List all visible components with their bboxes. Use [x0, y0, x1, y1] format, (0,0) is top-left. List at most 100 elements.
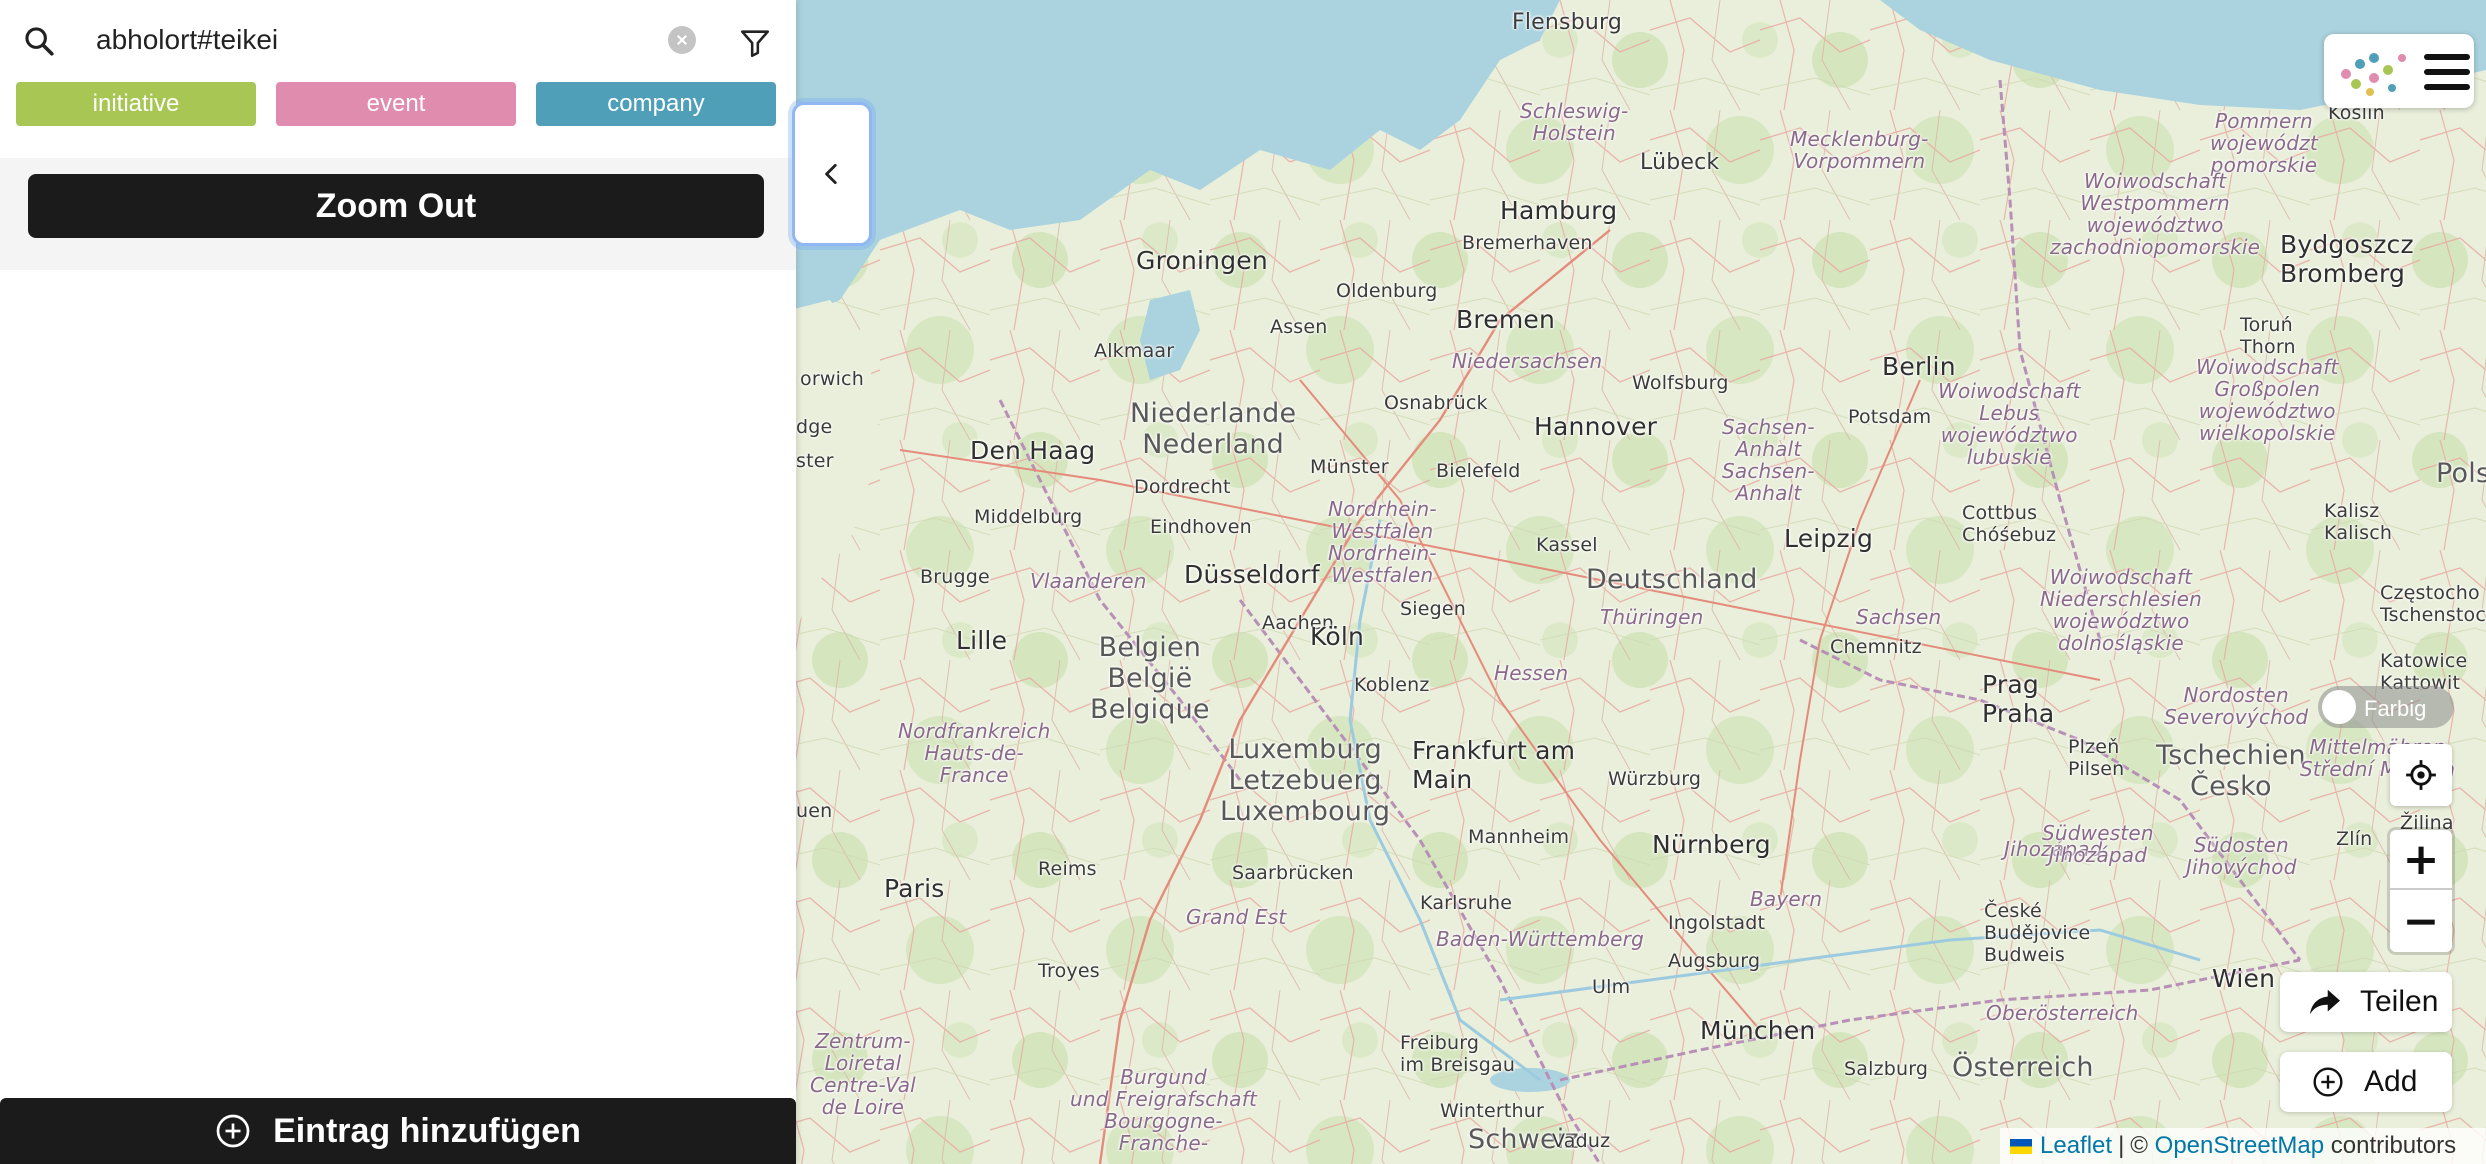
map-label: Siegen	[1400, 598, 1467, 620]
map-label: Wien	[2212, 964, 2276, 993]
add-button[interactable]: Add	[2280, 1052, 2452, 1112]
map-label: Eindhoven	[1150, 516, 1252, 538]
map-label: Niederlande Nederland	[1130, 398, 1297, 460]
map-label: Woiwodschaft Niederschlesien województwo…	[2040, 565, 2202, 655]
map-label: Toruń Thorn	[2240, 314, 2296, 358]
map-label: Bydgoszcz Bromberg	[2280, 230, 2414, 288]
map-label: uen	[796, 800, 833, 822]
type-filter-tags: initiative event company	[16, 82, 776, 126]
zoom-in-button[interactable]: +	[2390, 830, 2452, 890]
zoom-control: + −	[2390, 830, 2452, 952]
map-label: Mecklenburg- Vorpommern	[1790, 127, 1929, 173]
map-label: Middelburg	[974, 506, 1083, 528]
map-label: Saarbrücken	[1232, 862, 1354, 884]
map-label: Potsdam	[1848, 406, 1932, 428]
map-label: Den Haag	[970, 436, 1096, 465]
map-label: Tschechien Česko	[2156, 740, 2306, 802]
copyright-symbol: ©	[2130, 1132, 2148, 1159]
map-label: Woiwodschaft Westpommern województwo zac…	[2050, 169, 2261, 259]
plus-circle-icon	[2313, 1067, 2343, 1097]
map-attribution: Leaflet | © OpenStreetMap contributors	[2000, 1128, 2486, 1164]
search-input[interactable]	[96, 20, 656, 60]
clear-search-icon[interactable]	[668, 26, 696, 54]
search-icon	[25, 27, 54, 56]
map-label: Mannheim	[1468, 826, 1570, 848]
map-label: Frankfurt am Main	[1412, 736, 1576, 794]
map-label: Baden-Württemberg	[1436, 927, 1644, 951]
map-label: Augsburg	[1668, 950, 1761, 972]
map-label: Woiwodschaft Großpolen województwo wielk…	[2196, 355, 2339, 445]
map-label: Nordrhein- Westfalen Nordrhein- Westfale…	[1328, 497, 1437, 587]
map-label: Südosten Jihovýchod	[2186, 833, 2297, 879]
map-label: Kassel	[1536, 534, 1598, 556]
tag-initiative[interactable]: initiative	[16, 82, 256, 126]
osm-link[interactable]: OpenStreetMap	[2155, 1132, 2324, 1160]
map-label: Südwesten Jihozápad	[2042, 821, 2154, 867]
add-label: Add	[2364, 1065, 2418, 1098]
map-label: Hamburg	[1500, 196, 1618, 225]
tag-company[interactable]: company	[536, 82, 776, 126]
map-label: Reims	[1038, 858, 1097, 880]
logo-icon	[2341, 53, 2406, 96]
map-label: Woiwodschaft Lebus województwo lubuskie	[1938, 379, 2081, 469]
map-label: Kalisz Kalisch	[2324, 500, 2393, 544]
map-label: Grand Est	[1186, 905, 1287, 929]
map-label: Bielefeld	[1436, 460, 1521, 482]
map-label: Koblenz	[1354, 674, 1430, 696]
map-label: Groningen	[1136, 246, 1268, 275]
map-label: Köln	[1310, 622, 1365, 651]
add-entry-label: Eintrag hinzufügen	[273, 1111, 581, 1150]
map-label: Nordosten Severovýchod	[2164, 683, 2309, 729]
map-label: ster	[796, 450, 834, 472]
plus-circle-icon	[216, 1114, 250, 1148]
map-label: Bayern	[1750, 887, 1823, 911]
map-label: Burgund und Freigrafschaft Bourgogne- Fr…	[1070, 1065, 1258, 1155]
contributors-text: contributors	[2330, 1132, 2457, 1159]
search-bar	[0, 0, 796, 78]
leaflet-link[interactable]: Leaflet	[2040, 1132, 2112, 1160]
map-label: Ingolstadt	[1668, 912, 1766, 934]
ukraine-flag-icon	[2010, 1138, 2032, 1154]
add-entry-button[interactable]: Eintrag hinzufügen	[0, 1098, 796, 1164]
locate-button[interactable]	[2390, 744, 2452, 806]
share-label: Teilen	[2360, 985, 2439, 1018]
map-label: Schleswig- Holstein	[1520, 99, 1629, 145]
attribution-separator: |	[2118, 1132, 2125, 1159]
map-label: Hessen	[1494, 661, 1569, 685]
crosshair-icon	[2406, 760, 2436, 790]
map-label: München	[1700, 1016, 1816, 1045]
color-toggle-label: Farbig	[2364, 696, 2427, 721]
map-label: Vlaanderen	[1030, 569, 1147, 593]
map-label: Osnabrück	[1384, 392, 1488, 414]
map-label: Vaduz	[1552, 1130, 1611, 1152]
map-label: Sachsen	[1856, 605, 1942, 629]
map-label: Prag Praha	[1982, 670, 2055, 728]
map-label: Oberösterreich	[1986, 1001, 2139, 1025]
sidebar: initiative event company Zoom Out Eintra…	[0, 0, 796, 1164]
map-label: Cottbus Chóśebuz	[1962, 502, 2057, 546]
collapse-sidebar-button[interactable]	[792, 102, 872, 246]
menu-icon[interactable]	[2424, 54, 2470, 90]
map-label: Alkmaar	[1094, 340, 1175, 362]
toggle-knob	[2322, 690, 2356, 724]
map-label: orwich	[800, 368, 864, 390]
map-label: Plzeň Pilsen	[2068, 736, 2125, 780]
map-label: Dordrecht	[1134, 476, 1231, 498]
map-label: Freiburg im Breisgau	[1400, 1032, 1516, 1076]
map-label: Bremerhaven	[1462, 232, 1593, 254]
map-label: Ulm	[1592, 976, 1631, 998]
map-label: Luxemburg Letzebuerg Luxembourg	[1220, 734, 1391, 827]
tag-event[interactable]: event	[276, 82, 516, 126]
map-label: Hannover	[1534, 412, 1658, 441]
map-label: Belgien België Belgique	[1090, 632, 1210, 725]
share-button[interactable]: Teilen	[2280, 972, 2452, 1032]
map-label: Brugge	[920, 566, 990, 588]
zoom-out-panel: Zoom Out	[0, 158, 796, 270]
map-label: Pommern województ pomorskie	[2210, 109, 2318, 177]
color-toggle[interactable]: Farbig	[2318, 686, 2454, 728]
zoom-out-button[interactable]: Zoom Out	[28, 174, 764, 238]
map-label: Lille	[956, 626, 1008, 655]
zoom-out-map-button[interactable]: −	[2390, 891, 2452, 951]
map-label: Münster	[1310, 456, 1389, 478]
filter-icon[interactable]	[738, 26, 772, 60]
